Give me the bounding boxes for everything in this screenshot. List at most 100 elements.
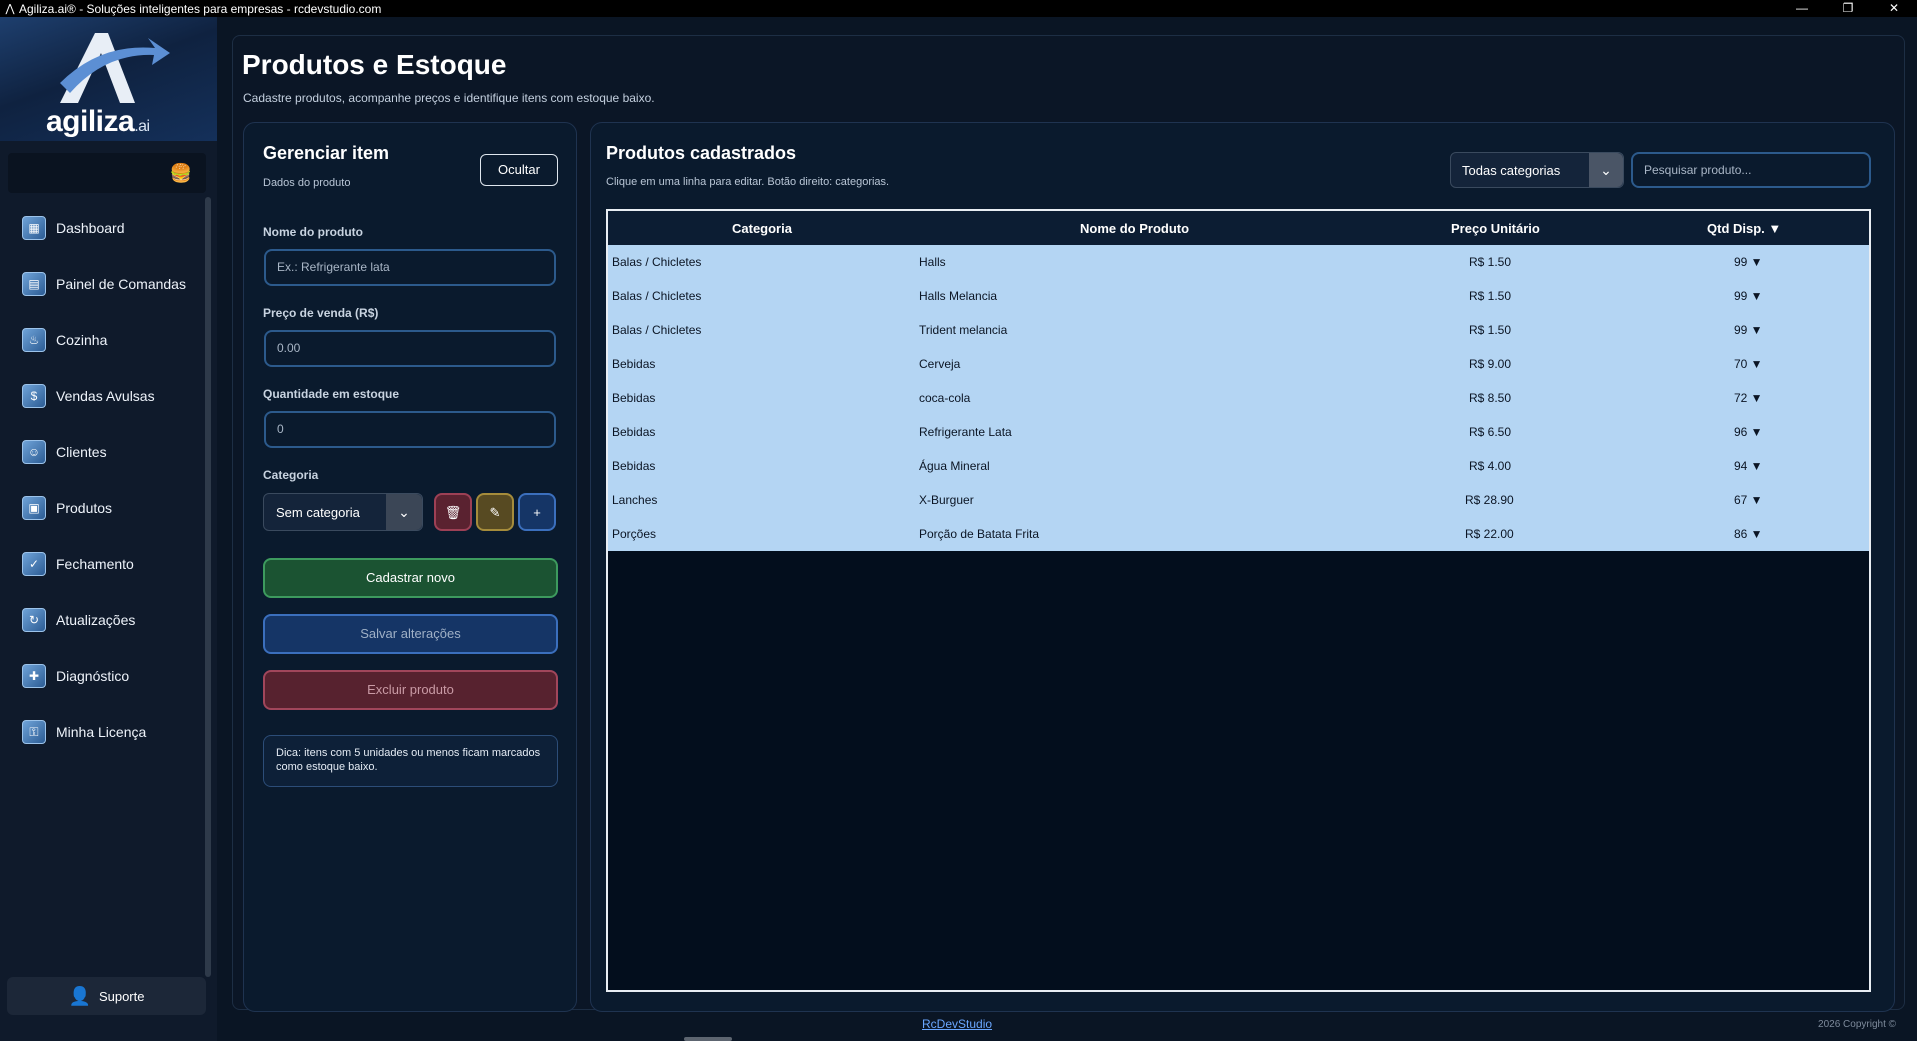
sidebar-item-vendas-avulsas[interactable]: $ Vendas Avulsas [0,368,205,424]
cell-price: R$ 1.50 [1469,289,1512,303]
sidebar-item-produtos[interactable]: ▣ Produtos [0,480,205,536]
sidebar-scrollbar[interactable] [205,197,211,977]
window-controls: — ❐ ✕ [1779,0,1917,17]
product-search-input[interactable]: Pesquisar produto... [1631,152,1871,188]
products-title: Produtos cadastrados [606,143,797,163]
table-row[interactable]: Porções Porção de Batata Frita R$ 22.00 … [608,517,1869,551]
table-row[interactable]: Bebidas Água Mineral R$ 4.00 94 ▼ [608,449,1869,483]
chevron-down-icon[interactable]: ⌄ [386,494,422,530]
save-changes-button[interactable]: Salvar alterações [263,614,558,654]
bottom-scroll-handle[interactable] [684,1037,732,1041]
delete-category-button[interactable]: 🗑 [434,493,472,531]
column-header-categoria[interactable]: Categoria [732,221,792,236]
table-row[interactable]: Balas / Chicletes Halls R$ 1.50 99 ▼ [608,245,1869,279]
quantity-label: Quantidade em estoque [263,387,400,401]
orders-panel-icon: ▤ [22,272,46,296]
sidebar-item-clientes[interactable]: ☺ Clientes [0,424,205,480]
table-row[interactable]: Bebidas Refrigerante Lata R$ 6.50 96 ▼ [608,415,1869,449]
page-subtitle: Cadastre produtos, acompanhe preços e id… [243,91,655,105]
sidebar-item-atualizacoes[interactable]: ↻ Atualizações [0,592,205,648]
window-title: Agiliza.ai® - Soluções inteligentes para… [19,1,382,16]
low-stock-tip: Dica: itens com 5 unidades ou menos fica… [263,735,558,787]
sidebar-item-cozinha[interactable]: ♨ Cozinha [0,312,205,368]
table-row[interactable]: Balas / Chicletes Trident melancia R$ 1.… [608,313,1869,347]
products-card: Produtos cadastrados Clique em uma linha… [590,122,1895,1012]
cell-category: Bebidas [612,391,656,405]
product-name-label: Nome do produto [263,225,363,239]
pencil-icon: ✎ [489,505,501,520]
table-header: Categoria Nome do Produto Preço Unitário… [608,211,1869,245]
cell-category: Balas / Chicletes [612,289,702,303]
plus-icon: + [533,505,541,520]
rcdevstudio-link[interactable]: RcDevStudio [922,1017,992,1031]
cell-price: R$ 4.00 [1469,459,1512,473]
burger-icon[interactable]: 🍔 [170,163,192,184]
sales-icon: $ [22,384,46,408]
cell-name: X-Burguer [919,493,974,507]
table-row[interactable]: Balas / Chicletes Halls Melancia R$ 1.50… [608,279,1869,313]
cell-name: coca-cola [919,391,971,405]
add-category-button[interactable]: + [518,493,556,531]
category-select-value: Sem categoria [276,505,360,520]
column-header-nome[interactable]: Nome do Produto [1080,221,1189,236]
column-header-preco[interactable]: Preço Unitário [1451,221,1540,236]
closing-icon: ✓ [22,552,46,576]
cell-name: Refrigerante Lata [919,425,1012,439]
sidebar-toolbar: 🍔 [8,153,206,193]
sidebar-item-label: Diagnóstico [56,668,130,684]
table-body: Balas / Chicletes Halls R$ 1.50 99 ▼ Bal… [608,245,1869,551]
sidebar-item-label: Minha Licença [56,724,147,740]
table-row[interactable]: Bebidas coca-cola R$ 8.50 72 ▼ [608,381,1869,415]
product-name-input[interactable]: Ex.: Refrigerante lata [264,249,556,286]
chevron-down-icon[interactable]: ⌄ [1589,153,1623,187]
category-filter-value: Todas categorias [1462,163,1561,178]
sidebar-item-dashboard[interactable]: ▦ Dashboard [0,200,205,256]
cell-qty: 99 ▼ [1734,323,1763,337]
brand-name: agiliza.ai [46,105,150,138]
close-button[interactable]: ✕ [1871,0,1917,17]
cell-qty: 72 ▼ [1734,391,1763,405]
sidebar-item-diagnostico[interactable]: ✚ Diagnóstico [0,648,205,704]
manage-item-card: Gerenciar item Dados do produto Ocultar … [243,122,577,1012]
sidebar-item-label: Produtos [56,500,113,516]
cell-name: Halls Melancia [919,289,998,303]
cell-name: Cerveja [919,357,961,371]
page-title: Produtos e Estoque [242,49,507,80]
maximize-button[interactable]: ❐ [1825,0,1871,17]
category-filter-select[interactable]: Todas categorias ⌄ [1450,152,1624,188]
quantity-input[interactable]: 0 [264,411,556,448]
cell-category: Bebidas [612,357,656,371]
sidebar-item-minha-licenca[interactable]: ⚿ Minha Licença [0,704,205,760]
delete-product-button[interactable]: Excluir produto [263,670,558,710]
cell-name: Trident melancia [919,323,1008,337]
sidebar-item-fechamento[interactable]: ✓ Fechamento [0,536,205,592]
cell-qty: 70 ▼ [1734,357,1763,371]
cell-price: R$ 6.50 [1469,425,1512,439]
column-header-qtd[interactable]: Qtd Disp. ▼ [1707,221,1781,236]
price-input[interactable]: 0.00 [264,330,556,367]
table-row[interactable]: Bebidas Cerveja R$ 9.00 70 ▼ [608,347,1869,381]
products-subtitle: Clique em uma linha para editar. Botão d… [606,176,890,188]
category-select[interactable]: Sem categoria ⌄ [263,493,423,531]
cell-name: Água Mineral [919,459,990,473]
minimize-button[interactable]: — [1779,0,1825,17]
dashboard-icon: ▦ [22,216,46,240]
products-icon: ▣ [22,496,46,520]
products-table: Categoria Nome do Produto Preço Unitário… [606,209,1871,992]
cell-price: R$ 9.00 [1469,357,1512,371]
cell-price: R$ 22.00 [1465,527,1514,541]
cell-qty: 67 ▼ [1734,493,1763,507]
sidebar-item-painel-de-comandas[interactable]: ▤ Painel de Comandas [0,256,205,312]
copyright-text: 2026 Copyright © [1818,1019,1896,1030]
license-icon: ⚿ [22,720,46,744]
sidebar: agiliza.ai 🍔 ▦ Dashboard ▤ Painel de Coman… [0,17,217,1041]
hide-button[interactable]: Ocultar [480,154,558,186]
sidebar-nav: ▦ Dashboard ▤ Painel de Comandas ♨ Cozinha … [0,200,205,760]
table-row[interactable]: Lanches X-Burguer R$ 28.90 67 ▼ [608,483,1869,517]
create-new-button[interactable]: Cadastrar novo [263,558,558,598]
edit-category-button[interactable]: ✎ [476,493,514,531]
kitchen-icon: ♨ [22,328,46,352]
cell-qty: 96 ▼ [1734,425,1763,439]
updates-icon: ↻ [22,608,46,632]
support-button[interactable]: 👤 Suporte [7,977,206,1015]
